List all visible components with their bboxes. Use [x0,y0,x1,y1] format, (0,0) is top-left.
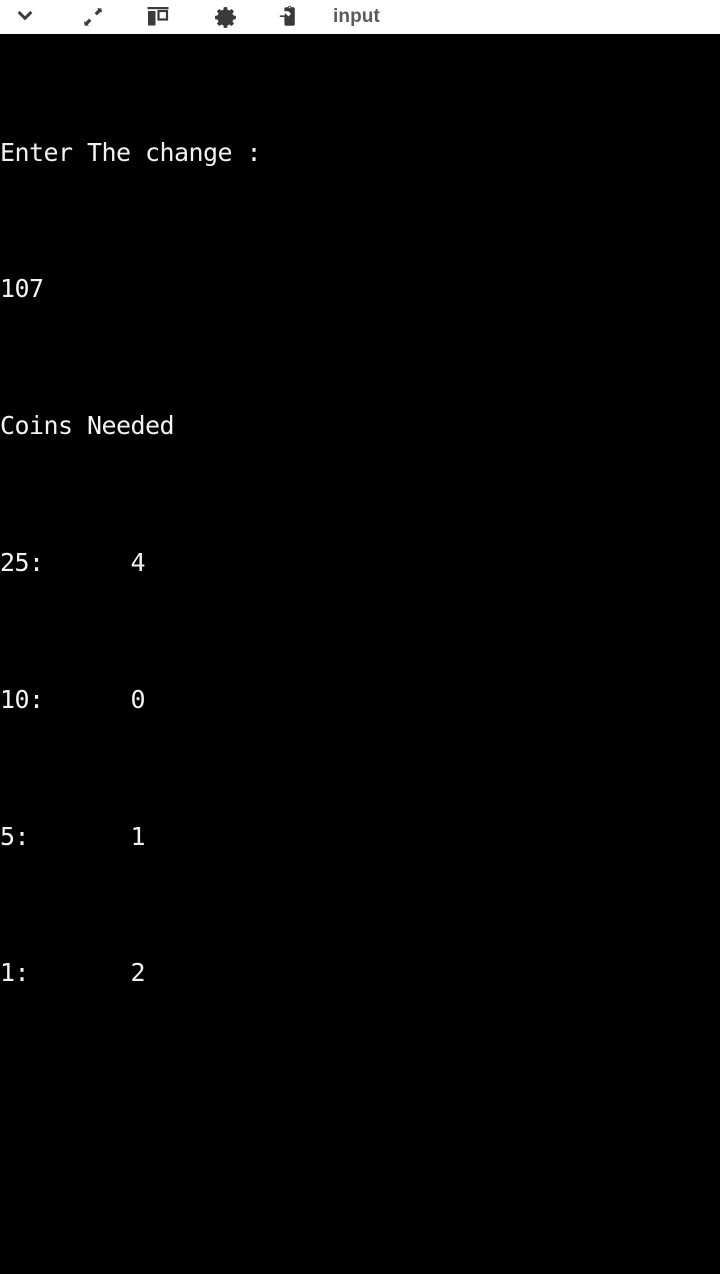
console-line-coin-1: 1: 2 [0,958,146,988]
settings-button[interactable] [201,0,251,34]
console-blank-line-2 [0,1196,720,1230]
console-toolbar: input [0,0,720,34]
gear-icon [214,5,239,30]
chevron-down-button[interactable] [0,0,50,34]
panel-layout-button[interactable] [133,0,183,34]
collapse-arrows-icon [81,5,105,29]
console-line-table-header: Coins Needed [0,411,175,441]
console-blank-line-1 [0,1093,720,1127]
input-label: input [333,6,380,27]
panel-layout-icon [145,4,171,30]
console-line-coin-25: 25: 4 [0,548,146,577]
console-line-coin-10: 10: 0 [0,684,146,714]
send-input-button[interactable] [266,0,316,34]
console-output-area[interactable]: Enter The change : 107 Coins Needed 25: … [0,34,720,1274]
console-text: Enter The change : 107 Coins Needed 25: … [0,34,720,1274]
console-line-prompt: Enter The change : [0,137,262,167]
console-line-coin-5: 5: 1 [0,821,146,851]
paste-input-icon [278,4,304,30]
chevron-down-icon [12,4,38,30]
console-line-user-input: 107 [0,274,44,304]
collapse-arrows-button[interactable] [68,0,118,34]
